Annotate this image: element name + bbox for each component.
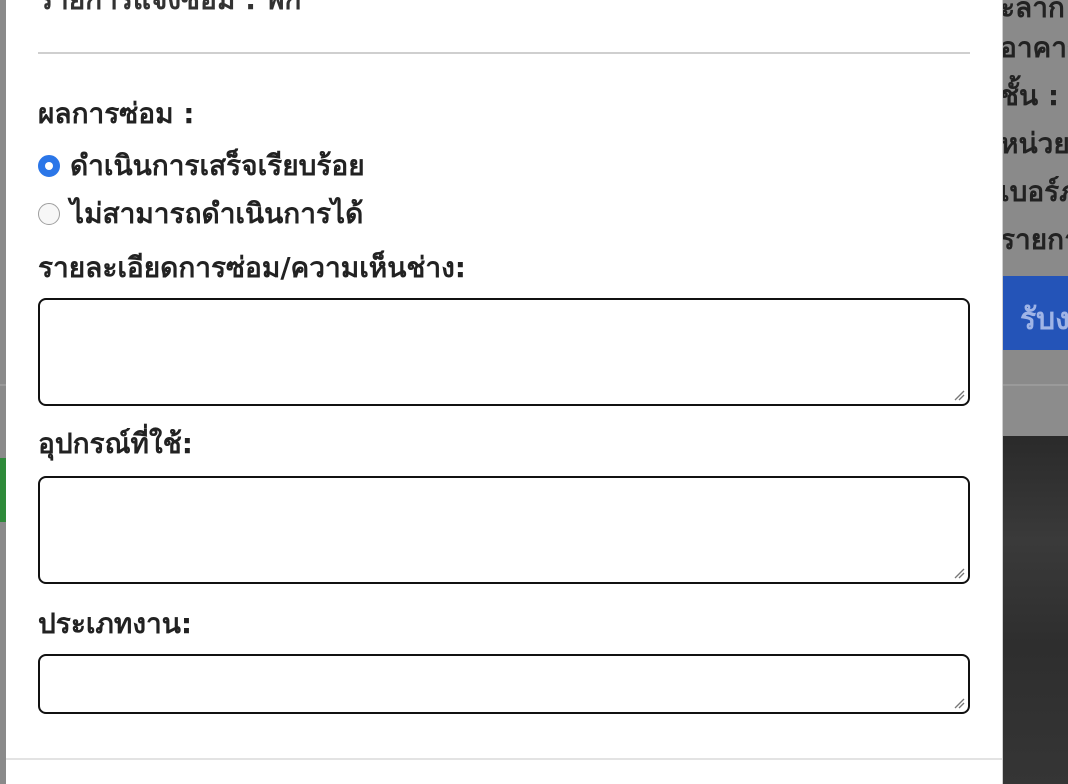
option-not-possible[interactable]: ไม่สามารถดำเนินการได้: [38, 192, 363, 236]
background-text-phone: เบอร์ภ: [1000, 175, 1068, 208]
resize-handle-icon[interactable]: [953, 697, 965, 709]
equipment-label: อุปกรณ์ที่ใช้:: [38, 427, 193, 460]
job-type-label: ประเภทงาน:: [38, 607, 193, 640]
radio-not-possible[interactable]: [38, 203, 60, 225]
option-not-possible-label[interactable]: ไม่สามารถดำเนินการได้: [70, 192, 363, 236]
background-strip: [1000, 386, 1068, 436]
background-text-floor: ชั้น :: [1000, 79, 1060, 112]
radio-completed[interactable]: [38, 155, 60, 177]
resize-handle-icon[interactable]: [953, 567, 965, 579]
job-type-textarea[interactable]: [38, 654, 970, 714]
modal-footer-divider: [6, 758, 1002, 760]
background-accept-button: รับง: [1000, 276, 1068, 350]
background-photo: [1002, 436, 1068, 784]
equipment-textarea[interactable]: [38, 476, 970, 584]
repair-result-label: ผลการซ่อม :: [38, 97, 195, 130]
repair-result-modal: รายการแจ้งซ่อม : พิก ผลการซ่อม : ดำเนินก…: [6, 0, 1003, 784]
modal-title-divider: [38, 52, 970, 54]
modal-title: รายการแจ้งซ่อม : พิก: [38, 0, 301, 22]
background-text-building: อาคาร: [1000, 31, 1068, 64]
option-completed-label[interactable]: ดำเนินการเสร็จเรียบร้อย: [70, 144, 365, 188]
option-completed[interactable]: ดำเนินการเสร็จเรียบร้อย: [38, 144, 365, 188]
details-label: รายละเอียดการซ่อม/ความเห็นช่าง:: [38, 251, 466, 284]
details-textarea[interactable]: [38, 298, 970, 406]
resize-handle-icon[interactable]: [953, 389, 965, 401]
background-text-list: รายกา: [1000, 223, 1068, 256]
background-text-unit: หน่วย: [1000, 127, 1068, 160]
